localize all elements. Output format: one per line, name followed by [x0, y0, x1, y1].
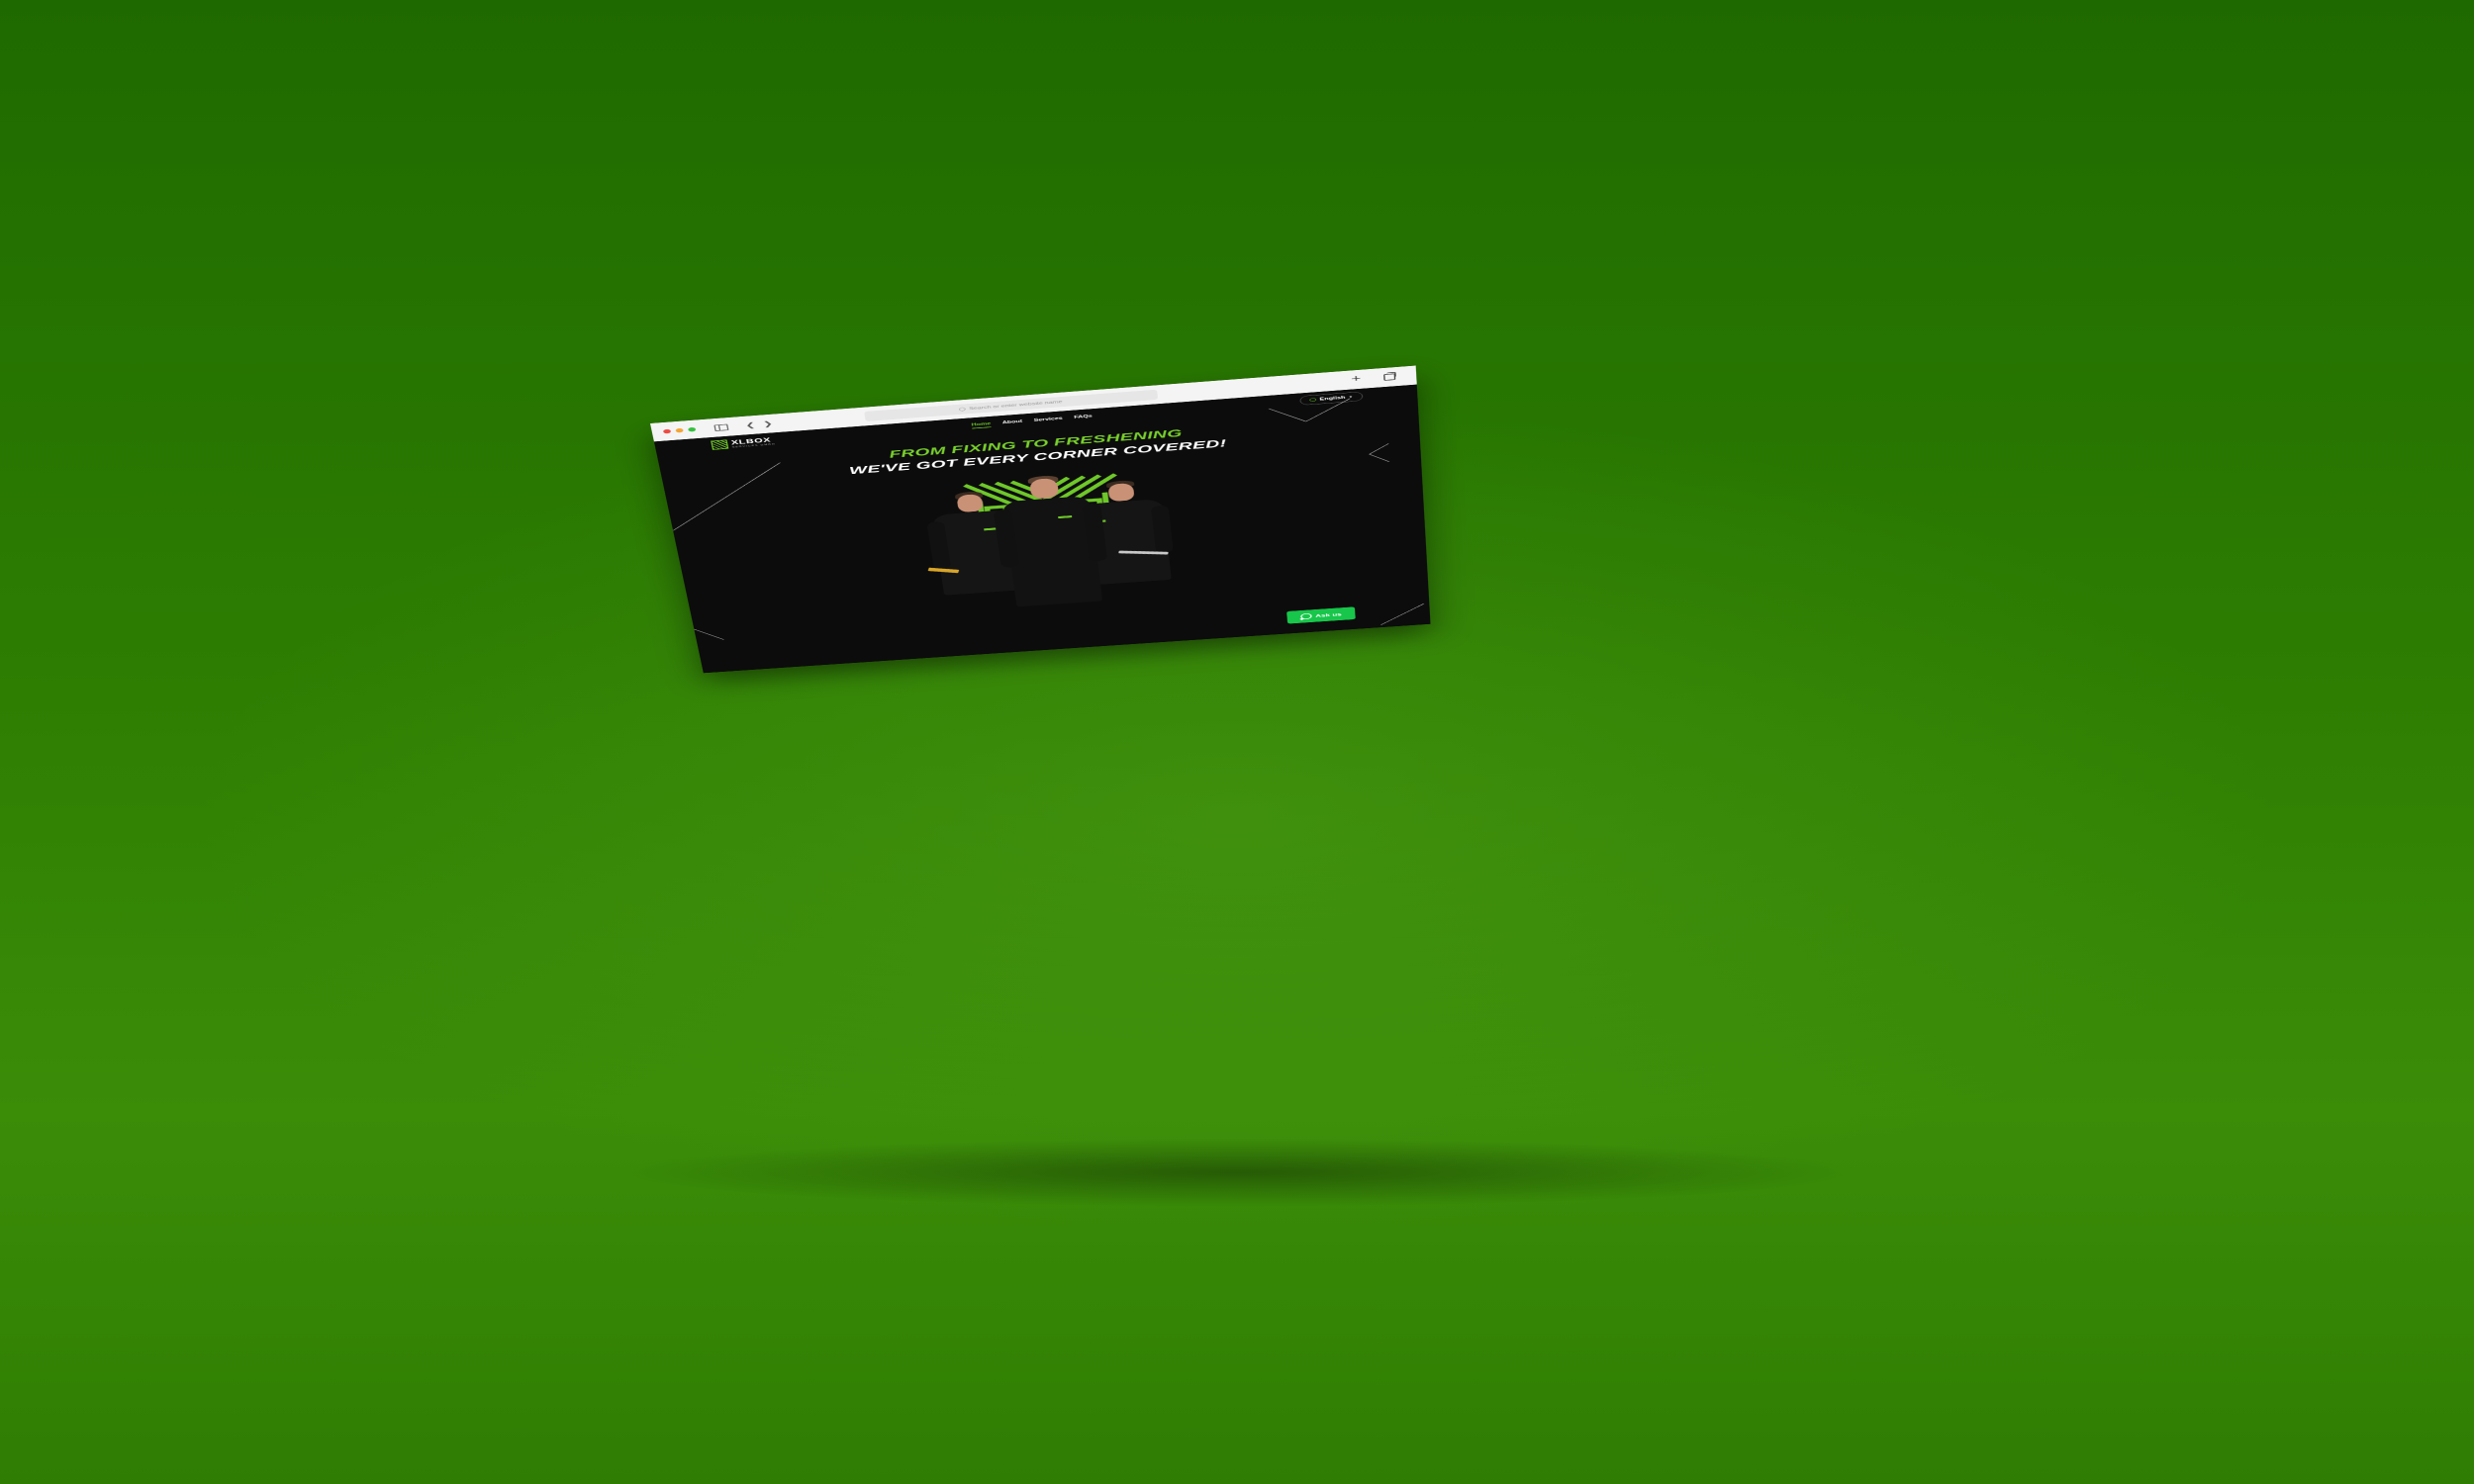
- ask-us-button[interactable]: Ask us: [1286, 606, 1356, 624]
- new-tab-icon[interactable]: +: [1351, 372, 1362, 384]
- nav-home[interactable]: Home: [971, 420, 992, 429]
- nav-about[interactable]: About: [1001, 419, 1022, 427]
- worker-center: [993, 473, 1109, 607]
- sidebar-icon[interactable]: [714, 423, 729, 431]
- language-selector[interactable]: English ▼: [1299, 391, 1364, 406]
- nav-faqs[interactable]: FAQs: [1074, 414, 1093, 420]
- minimize-window-dot[interactable]: [675, 427, 684, 433]
- decorative-line: [1369, 443, 1389, 455]
- language-label: English: [1319, 395, 1346, 402]
- tabs-overview-icon[interactable]: [1383, 373, 1396, 381]
- nav-services[interactable]: Services: [1033, 417, 1063, 424]
- back-icon[interactable]: ❮: [745, 421, 756, 429]
- address-bar-placeholder: Search or enter website name: [968, 399, 1063, 412]
- globe-icon: [1309, 398, 1317, 403]
- forward-icon[interactable]: ❯: [762, 419, 773, 427]
- browser-window: ❮ ❯ Search or enter website name + XLBOX…: [650, 365, 1431, 674]
- ask-us-label: Ask us: [1314, 611, 1342, 618]
- close-window-dot[interactable]: [662, 428, 672, 434]
- mockup-scene: ❮ ❯ Search or enter website name + XLBOX…: [0, 0, 2474, 1484]
- decorative-line: [1380, 603, 1425, 625]
- maximize-window-dot[interactable]: [687, 426, 697, 432]
- whatsapp-icon: [1299, 612, 1312, 620]
- decorative-line: [1369, 453, 1390, 462]
- hero-image: [902, 466, 1195, 652]
- decorative-line: [693, 628, 724, 640]
- search-icon: [958, 407, 966, 412]
